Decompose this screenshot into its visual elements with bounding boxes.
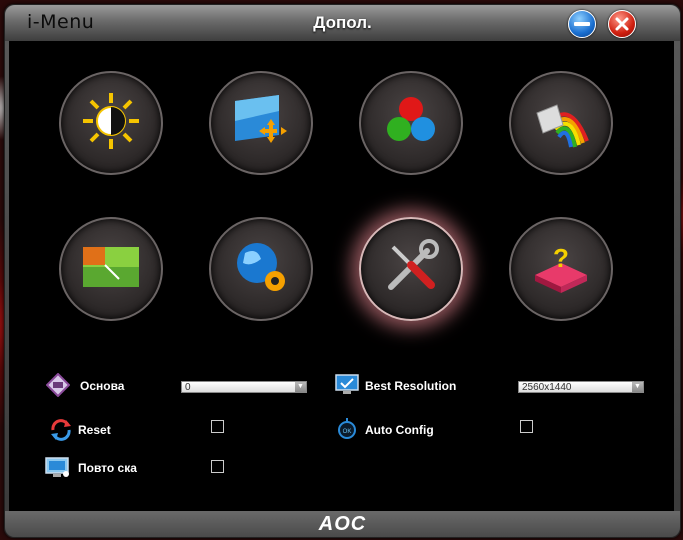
best-resolution-select[interactable]: 2560x1440 ▼ xyxy=(518,381,644,393)
tile-image-position[interactable] xyxy=(209,71,313,175)
tile-osd-setup[interactable] xyxy=(209,217,313,321)
monitor-icon xyxy=(335,374,359,394)
image-position-icon xyxy=(235,95,287,143)
minimize-button[interactable] xyxy=(568,10,596,38)
reset-checkbox[interactable] xyxy=(211,420,224,433)
basic-label: Основа xyxy=(80,379,125,393)
tile-factory-reset[interactable]: ? xyxy=(509,217,613,321)
tile-extra-tools[interactable] xyxy=(359,217,463,321)
reset-label: Reset xyxy=(78,423,111,437)
basic-select[interactable]: 0 ▼ xyxy=(181,381,307,393)
titlebar[interactable]: i-Menu Допол. xyxy=(5,5,680,41)
tile-color-setup[interactable] xyxy=(359,71,463,175)
footer: AOC xyxy=(5,511,680,537)
osd-setup-icon xyxy=(237,243,285,291)
color-boost-icon xyxy=(536,104,589,148)
brightness-contrast-icon xyxy=(83,93,139,149)
basic-value: 0 xyxy=(185,382,191,393)
best-resolution-value: 2560x1440 xyxy=(522,382,572,393)
repeat-scan-icon xyxy=(45,457,69,477)
tile-picture-boost[interactable] xyxy=(59,217,163,321)
picture-boost-icon xyxy=(83,247,139,287)
auto-config-checkbox[interactable] xyxy=(520,420,533,433)
best-resolution-label: Best Resolution xyxy=(365,379,457,393)
main-panel: ? Основа 0 ▼ Best Resolution 2560x1440 ▼ xyxy=(9,41,674,511)
brand-logo: AOC xyxy=(318,513,367,535)
chevron-down-icon: ▼ xyxy=(632,382,643,392)
auto-config-icon: OK xyxy=(338,418,356,439)
tile-brightness-contrast[interactable] xyxy=(59,71,163,175)
basic-icon xyxy=(46,373,70,397)
color-rgb-icon xyxy=(387,97,435,141)
close-button[interactable] xyxy=(608,10,636,38)
svg-text:OK: OK xyxy=(343,429,352,435)
repeat-label: Повто ска xyxy=(78,461,137,475)
extra-tools-icon xyxy=(388,239,439,290)
factory-reset-icon: ? xyxy=(535,243,587,293)
svg-text:?: ? xyxy=(553,243,569,273)
reset-icon xyxy=(51,419,71,441)
repeat-checkbox[interactable] xyxy=(211,460,224,473)
close-icon xyxy=(615,17,629,31)
auto-config-label: Auto Config xyxy=(365,423,434,437)
chevron-down-icon: ▼ xyxy=(295,382,306,392)
imenu-window: i-Menu Допол. ? Основа 0 ▼ Best Resoluti… xyxy=(4,4,681,538)
tile-color-boost[interactable] xyxy=(509,71,613,175)
